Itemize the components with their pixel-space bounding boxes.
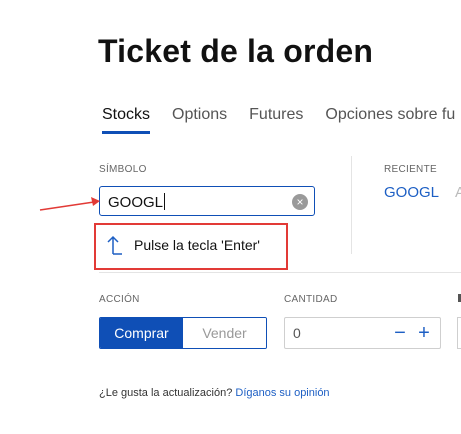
- recent-symbol-googl[interactable]: GOOGL: [384, 184, 439, 201]
- decrease-quantity-button[interactable]: −: [390, 321, 410, 345]
- feedback-link[interactable]: Díganos su opinión: [235, 387, 329, 399]
- divider-horizontal: [99, 272, 461, 273]
- quantity-value: 0: [293, 325, 301, 341]
- recent-symbol-partial[interactable]: A: [455, 184, 461, 201]
- tab-futures-options[interactable]: Opciones sobre fu: [325, 106, 455, 134]
- symbol-input[interactable]: GOOGL ×: [99, 186, 315, 216]
- enter-suggestion[interactable]: Pulse la tecla 'Enter': [94, 223, 288, 270]
- buy-button[interactable]: Comprar: [100, 318, 183, 348]
- feedback-question: ¿Le gusta la actualización?: [99, 387, 233, 399]
- tab-options[interactable]: Options: [172, 106, 227, 134]
- text-caret: [164, 193, 166, 210]
- quantity-stepper[interactable]: 0 − +: [284, 317, 441, 349]
- symbol-input-value: GOOGL: [108, 193, 166, 211]
- action-label: ACCIÓN: [99, 294, 140, 305]
- partial-field[interactable]: [457, 317, 461, 349]
- quantity-label: CANTIDAD: [284, 294, 338, 305]
- divider-vertical: [351, 156, 352, 254]
- annotation-arrow-icon: [39, 197, 100, 211]
- symbol-label: SÍMBOLO: [99, 164, 147, 175]
- increase-quantity-button[interactable]: +: [414, 321, 434, 345]
- tab-futures[interactable]: Futures: [249, 106, 303, 134]
- buy-sell-toggle: Comprar Vender: [99, 317, 267, 349]
- clear-icon[interactable]: ×: [292, 194, 308, 210]
- tab-stocks[interactable]: Stocks: [102, 106, 151, 134]
- enter-arrow-icon: [107, 235, 122, 255]
- sell-button[interactable]: Vender: [183, 318, 266, 348]
- feedback-prompt: ¿Le gusta la actualización? Díganos su o…: [99, 387, 330, 399]
- page-title: Ticket de la orden: [98, 33, 374, 69]
- enter-suggestion-text: Pulse la tecla 'Enter': [134, 237, 260, 253]
- recent-label: RECIENTE: [384, 164, 437, 175]
- order-type-tabs: Stocks Options Futures Opciones sobre fu: [102, 106, 461, 140]
